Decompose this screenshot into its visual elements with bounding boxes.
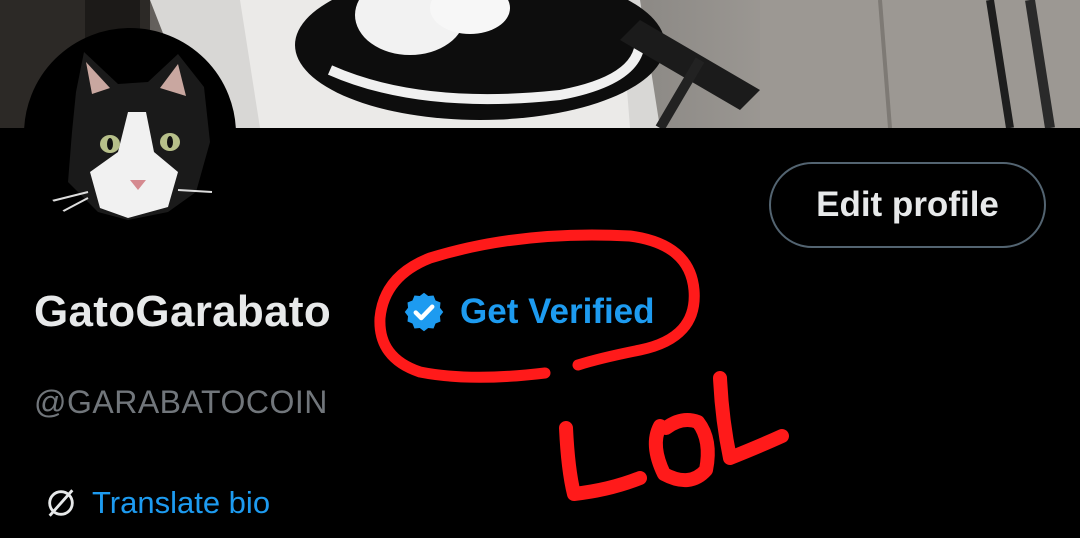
- edit-profile-button[interactable]: Edit profile: [769, 162, 1046, 248]
- translate-bio-label: Translate bio: [92, 485, 271, 520]
- handwritten-lol: [559, 371, 789, 501]
- get-verified-button[interactable]: Get Verified: [402, 290, 655, 334]
- translate-globe-icon: [48, 489, 74, 517]
- username-handle: @GARABATOCOIN: [34, 384, 328, 420]
- name-row: GatoGarabato Get Verified: [34, 282, 655, 342]
- avatar[interactable]: [24, 28, 236, 240]
- verified-badge-icon: [404, 292, 444, 332]
- get-verified-label: Get Verified: [460, 292, 655, 331]
- translate-bio-link[interactable]: Translate bio: [44, 485, 270, 521]
- avatar-cat-image: [28, 32, 232, 236]
- display-name: GatoGarabato: [34, 287, 331, 336]
